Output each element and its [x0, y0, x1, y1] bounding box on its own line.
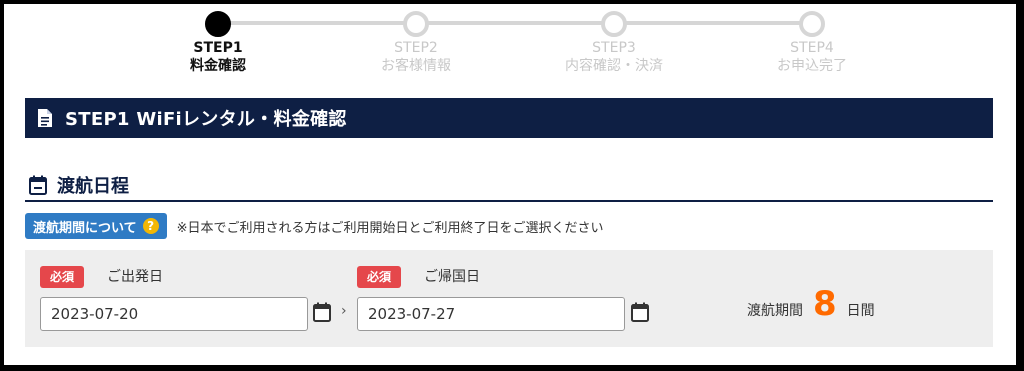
- date-range-arrow: ›: [341, 303, 347, 319]
- help-icon: ?: [142, 218, 159, 234]
- travel-duration: 渡航期間 8 日間: [747, 284, 875, 324]
- step3-number: STEP3: [592, 40, 636, 56]
- step4-label: STEP4 お申込完了: [732, 39, 892, 75]
- calendar-icon: [29, 175, 47, 195]
- departure-date-input[interactable]: 2023-07-20: [40, 297, 308, 331]
- date-form-panel: 必須 ご出発日 2023-07-20 › 必須 ご帰国日 2023-07-27 …: [25, 250, 993, 347]
- departure-calendar-icon[interactable]: [313, 302, 331, 322]
- return-label: ご帰国日: [424, 269, 480, 285]
- page-title: STEP1 WiFiレンタル・料金確認: [65, 109, 347, 130]
- usage-note: ※日本でご利用される方はご利用開始日とご利用終了日をご選択ください: [176, 220, 604, 236]
- step2-name: お客様情報: [381, 58, 451, 74]
- step2-label: STEP2 お客様情報: [336, 39, 496, 75]
- travel-period-info-label: 渡航期間について: [33, 220, 137, 236]
- step3-dot: [601, 11, 627, 37]
- step1-dot: [205, 11, 231, 37]
- step4-name: お申込完了: [777, 58, 847, 74]
- return-calendar-icon[interactable]: [631, 302, 649, 322]
- duration-label: 渡航期間: [747, 303, 803, 319]
- step4-dot: [799, 11, 825, 37]
- step1-number: STEP1: [193, 40, 243, 56]
- stepper-connector: [416, 21, 614, 25]
- progress-stepper: STEP1 料金確認 STEP2 お客様情報 STEP3 内容確認・決済 STE…: [4, 4, 1016, 94]
- step2-dot: [403, 11, 429, 37]
- return-date-input[interactable]: 2023-07-27: [357, 297, 625, 331]
- travel-period-info-button[interactable]: 渡航期間について ?: [25, 213, 167, 239]
- duration-days: 8: [813, 284, 837, 324]
- section-heading-row: 渡航日程: [25, 170, 993, 202]
- step3-label: STEP3 内容確認・決済: [534, 39, 694, 75]
- page-frame: STEP1 料金確認 STEP2 お客様情報 STEP3 内容確認・決済 STE…: [4, 4, 1016, 365]
- document-icon: [38, 109, 52, 127]
- step2-number: STEP2: [394, 40, 438, 56]
- stepper-connector: [218, 21, 416, 25]
- required-badge: 必須: [40, 266, 85, 288]
- departure-label: ご出発日: [107, 269, 163, 285]
- page-title-bar: STEP1 WiFiレンタル・料金確認: [25, 98, 993, 138]
- step4-number: STEP4: [790, 40, 834, 56]
- step3-name: 内容確認・決済: [565, 58, 663, 74]
- step1-label: STEP1 料金確認: [138, 39, 298, 75]
- stepper-connector: [614, 21, 812, 25]
- required-badge: 必須: [357, 266, 402, 288]
- step1-name: 料金確認: [190, 58, 246, 74]
- about-row: 渡航期間について ? ※日本でご利用される方はご利用開始日とご利用終了日をご選択…: [25, 213, 604, 239]
- section-heading: 渡航日程: [57, 176, 129, 197]
- duration-unit: 日間: [846, 303, 875, 319]
